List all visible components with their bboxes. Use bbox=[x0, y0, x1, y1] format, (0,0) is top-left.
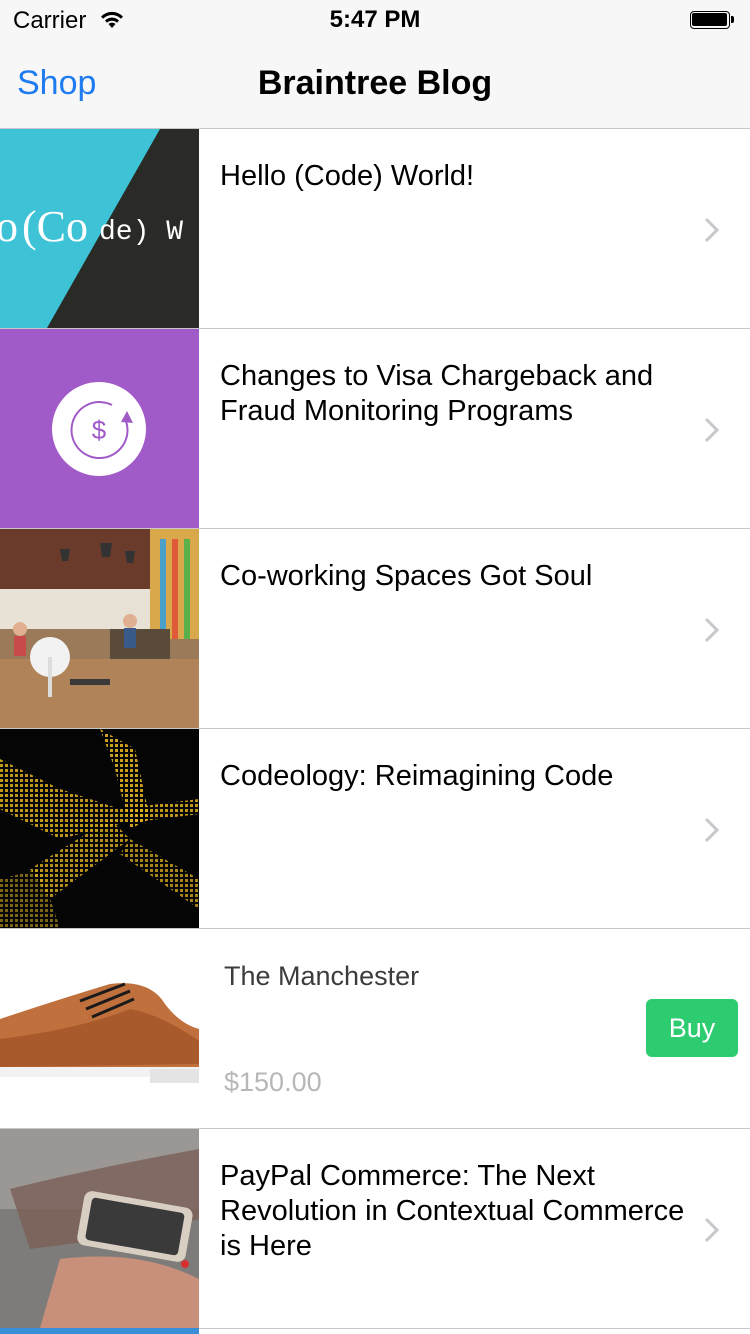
list-item[interactable]: Codeology: Reimagining Code bbox=[0, 729, 750, 929]
status-time: 5:47 PM bbox=[329, 6, 421, 33]
article-thumbnail: $ bbox=[0, 329, 199, 528]
shoe-image bbox=[0, 929, 199, 1128]
chevron-right-icon bbox=[704, 1217, 720, 1243]
chevron-right-icon bbox=[704, 817, 720, 843]
coworking-photo bbox=[0, 529, 199, 728]
chevron-right-icon bbox=[704, 417, 720, 443]
thumb-text-lead: o bbox=[0, 202, 18, 251]
chevron-right-icon bbox=[704, 617, 720, 643]
list-item[interactable]: Co-working Spaces Got Soul bbox=[0, 529, 750, 729]
blog-list: o (Co de) W Hello (Code) World! $ Change… bbox=[0, 129, 750, 1329]
svg-text:de) W: de) W bbox=[99, 217, 183, 248]
list-item[interactable]: $ Changes to Visa Chargeback and Fraud M… bbox=[0, 329, 750, 529]
next-item-thumbnail-peek bbox=[0, 1328, 199, 1334]
article-title: PayPal Commerce: The Next Revolution in … bbox=[220, 1160, 685, 1262]
svg-text:(Co: (Co bbox=[22, 202, 88, 251]
product-price: $150.00 bbox=[224, 1067, 322, 1097]
article-title: Hello (Code) World! bbox=[220, 160, 475, 192]
article-thumbnail bbox=[0, 529, 199, 728]
list-item[interactable]: o (Co de) W Hello (Code) World! bbox=[0, 129, 750, 329]
codeology-image bbox=[0, 729, 199, 928]
article-title: Codeology: Reimagining Code bbox=[220, 760, 614, 792]
product-thumbnail bbox=[0, 929, 199, 1128]
product-item: The Manchester $150.00 Buy bbox=[0, 929, 750, 1129]
list-item[interactable]: PayPal Commerce: The Next Revolution in … bbox=[0, 1129, 750, 1329]
navigation-header: Carrier 5:47 PM Shop Braintree Blog bbox=[0, 0, 750, 129]
dollar-refresh-icon: $ bbox=[0, 329, 199, 528]
code-banner-image: o (Co de) W bbox=[0, 129, 199, 328]
status-bar: Carrier 5:47 PM bbox=[0, 0, 750, 40]
buy-button[interactable]: Buy bbox=[646, 999, 738, 1057]
article-thumbnail: o (Co de) W bbox=[0, 129, 199, 328]
battery-icon bbox=[690, 11, 734, 29]
article-thumbnail bbox=[0, 729, 199, 928]
chevron-right-icon bbox=[704, 217, 720, 243]
article-title: Changes to Visa Chargeback and Fraud Mon… bbox=[220, 360, 654, 427]
article-title: Co-working Spaces Got Soul bbox=[220, 560, 593, 592]
svg-text:$: $ bbox=[92, 415, 107, 445]
phone-hand-photo bbox=[0, 1129, 199, 1328]
product-name: The Manchester bbox=[224, 961, 420, 991]
page-title: Braintree Blog bbox=[257, 64, 493, 102]
article-thumbnail bbox=[0, 1129, 199, 1328]
